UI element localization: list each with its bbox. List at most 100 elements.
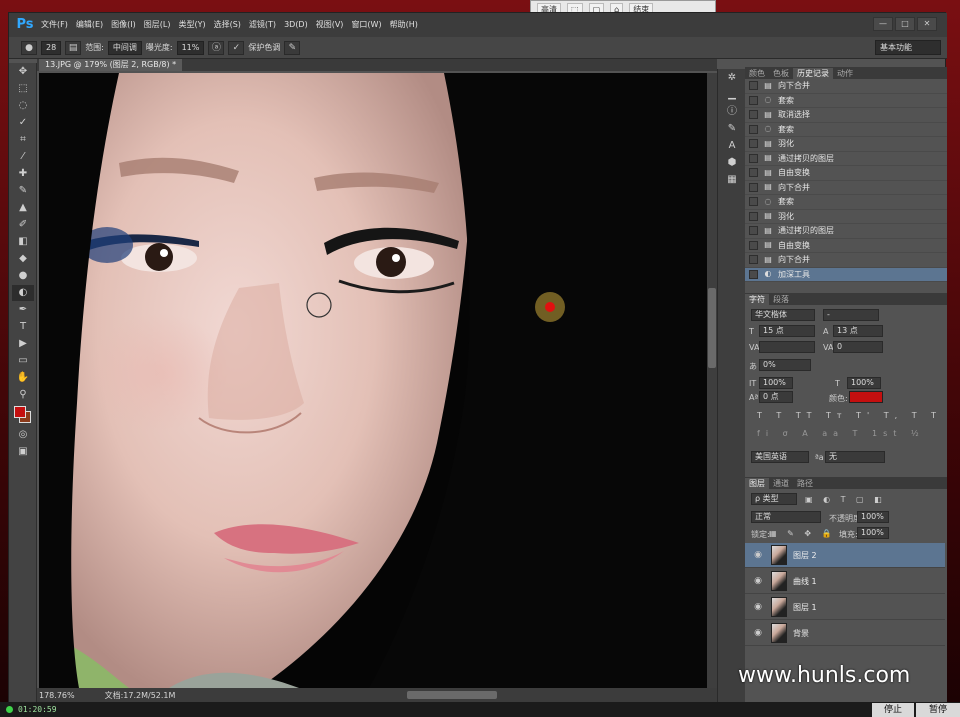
tab-layers[interactable]: 图层: [745, 478, 769, 489]
quick-mask-icon[interactable]: ◎: [12, 427, 34, 443]
blend-mode-select[interactable]: 正常: [751, 511, 821, 523]
document-tab[interactable]: 13.JPG @ 179% (图层 2, RGB/8) *: [39, 59, 183, 71]
exposure-input[interactable]: 11%: [176, 40, 205, 55]
kerning-input[interactable]: [759, 341, 815, 353]
crop-tool-icon[interactable]: ⌗: [12, 132, 34, 148]
brush-panel-icon[interactable]: ▤: [65, 40, 82, 55]
zoom-level[interactable]: 178.76%: [39, 691, 75, 700]
tab-character[interactable]: 字符: [745, 294, 769, 305]
history-item[interactable]: ◌ 套索: [745, 195, 947, 210]
history-source-checkbox[interactable]: [749, 110, 758, 120]
visibility-eye-icon[interactable]: ◉: [751, 602, 765, 612]
path-select-tool-icon[interactable]: ▶: [12, 336, 34, 352]
menu-file[interactable]: 文件(F): [37, 13, 72, 37]
stop-button[interactable]: 停止: [872, 703, 914, 717]
vertical-scroll-thumb[interactable]: [708, 288, 716, 368]
layer-row[interactable]: ◉ 图层 2: [745, 543, 945, 568]
info-icon[interactable]: ⓘ: [721, 104, 743, 120]
tracking-input[interactable]: 0: [833, 341, 883, 353]
healing-tool-icon[interactable]: ✚: [12, 166, 34, 182]
menu-3d[interactable]: 3D(D): [280, 13, 312, 37]
history-item[interactable]: ▤ 取消选择: [745, 108, 947, 123]
layer-row[interactable]: ◉ 背景: [745, 621, 945, 646]
history-item[interactable]: ◌ 套索: [745, 94, 947, 108]
blur-tool-icon[interactable]: ●: [12, 268, 34, 284]
font-size-input[interactable]: 15 点: [759, 325, 815, 337]
doc-size[interactable]: 文档:17.2M/52.1M: [105, 690, 176, 701]
range-select[interactable]: 中间调: [107, 40, 142, 55]
workspace-select[interactable]: 基本功能: [875, 40, 941, 55]
type-tool-icon[interactable]: T: [12, 319, 34, 335]
history-source-checkbox[interactable]: [749, 95, 758, 105]
history-source-checkbox[interactable]: [749, 255, 758, 265]
minimize-button[interactable]: —: [873, 17, 893, 31]
history-source-checkbox[interactable]: [749, 240, 758, 250]
horizontal-scroll-thumb[interactable]: [407, 691, 497, 699]
document-canvas[interactable]: [39, 73, 715, 688]
close-button[interactable]: ✕: [917, 17, 937, 31]
protect-tones-checkbox[interactable]: ✓: [228, 40, 245, 55]
history-item[interactable]: ◌ 套索: [745, 123, 947, 137]
char-panel-icon[interactable]: A: [721, 138, 743, 154]
screen-mode-icon[interactable]: ▣: [12, 444, 34, 460]
menu-edit[interactable]: 编辑(E): [72, 13, 107, 37]
gradient-tool-icon[interactable]: ◆: [12, 251, 34, 267]
stamp-tool-icon[interactable]: ▲: [12, 200, 34, 216]
history-source-checkbox[interactable]: [749, 124, 758, 134]
tsume-input[interactable]: 0%: [759, 359, 811, 371]
history-item[interactable]: ▤ 向下合并: [745, 79, 947, 94]
leading-input[interactable]: 13 点: [833, 325, 883, 337]
brush-tool-icon[interactable]: ✎: [12, 183, 34, 199]
pen-tool-icon[interactable]: ✒: [12, 302, 34, 318]
opacity-input[interactable]: 100%: [857, 511, 889, 523]
history-item[interactable]: ▤ 羽化: [745, 137, 947, 152]
history-source-checkbox[interactable]: [749, 269, 758, 279]
tab-actions[interactable]: 动作: [833, 68, 857, 79]
fill-input[interactable]: 100%: [857, 527, 889, 539]
menu-select[interactable]: 选择(S): [210, 13, 245, 37]
tab-paragraph[interactable]: 段落: [769, 294, 793, 305]
hand-tool-icon[interactable]: ✋: [12, 370, 34, 386]
visibility-eye-icon[interactable]: ◉: [751, 628, 765, 638]
language-select[interactable]: 美国英语: [751, 451, 809, 463]
history-brush-tool-icon[interactable]: ✐: [12, 217, 34, 233]
history-item[interactable]: ▤ 通过拷贝的图层: [745, 152, 947, 166]
tab-color[interactable]: 颜色: [745, 68, 769, 79]
vertical-scrollbar[interactable]: [707, 73, 717, 688]
menu-filter[interactable]: 滤镜(T): [245, 13, 280, 37]
hscale-input[interactable]: 100%: [847, 377, 881, 389]
gear-icon[interactable]: ✲: [721, 70, 743, 86]
text-style-buttons[interactable]: T T TT Tт T' T, T T: [757, 411, 942, 420]
history-item[interactable]: ▤ 通过拷贝的图层: [745, 224, 947, 239]
menu-image[interactable]: 图像(I): [107, 13, 140, 37]
visibility-eye-icon[interactable]: ◉: [751, 550, 765, 560]
history-source-checkbox[interactable]: [749, 226, 758, 236]
layer-filter-select[interactable]: ρ 类型: [751, 493, 797, 505]
quick-select-tool-icon[interactable]: ✓: [12, 115, 34, 131]
history-item[interactable]: ▤ 向下合并: [745, 253, 947, 268]
zoom-tool-icon[interactable]: ⚲: [12, 387, 34, 403]
styles-icon[interactable]: ▦: [721, 172, 743, 188]
menu-type[interactable]: 类型(Y): [174, 13, 209, 37]
menu-layer[interactable]: 图层(L): [140, 13, 175, 37]
color-swatches-icon[interactable]: [12, 404, 34, 426]
move-tool-icon[interactable]: ✥: [12, 64, 34, 80]
shape-tool-icon[interactable]: ▭: [12, 353, 34, 369]
history-item[interactable]: ▤ 向下合并: [745, 181, 947, 195]
text-color-swatch[interactable]: [849, 391, 883, 403]
visibility-eye-icon[interactable]: ◉: [751, 576, 765, 586]
lock-icons[interactable]: ▦ ✎ ✥ 🔒: [769, 529, 836, 538]
burn-tool-icon[interactable]: ◐: [12, 285, 34, 301]
vscale-input[interactable]: 100%: [759, 377, 793, 389]
history-source-checkbox[interactable]: [749, 81, 758, 91]
tab-history[interactable]: 历史记录: [793, 68, 833, 79]
history-item[interactable]: ▤ 羽化: [745, 210, 947, 224]
pause-button[interactable]: 暂停: [916, 703, 960, 717]
airbrush-icon[interactable]: ⓐ: [208, 40, 225, 55]
foreground-color-swatch[interactable]: [14, 406, 26, 418]
layer-filter-icons[interactable]: ▣ ◐ T ▢ ◧: [805, 495, 886, 504]
brush-size-picker[interactable]: 28: [41, 40, 62, 55]
layer-row[interactable]: ◉ 图层 1: [745, 595, 945, 620]
history-source-checkbox[interactable]: [749, 197, 758, 207]
histogram-icon[interactable]: ▁: [721, 87, 743, 103]
